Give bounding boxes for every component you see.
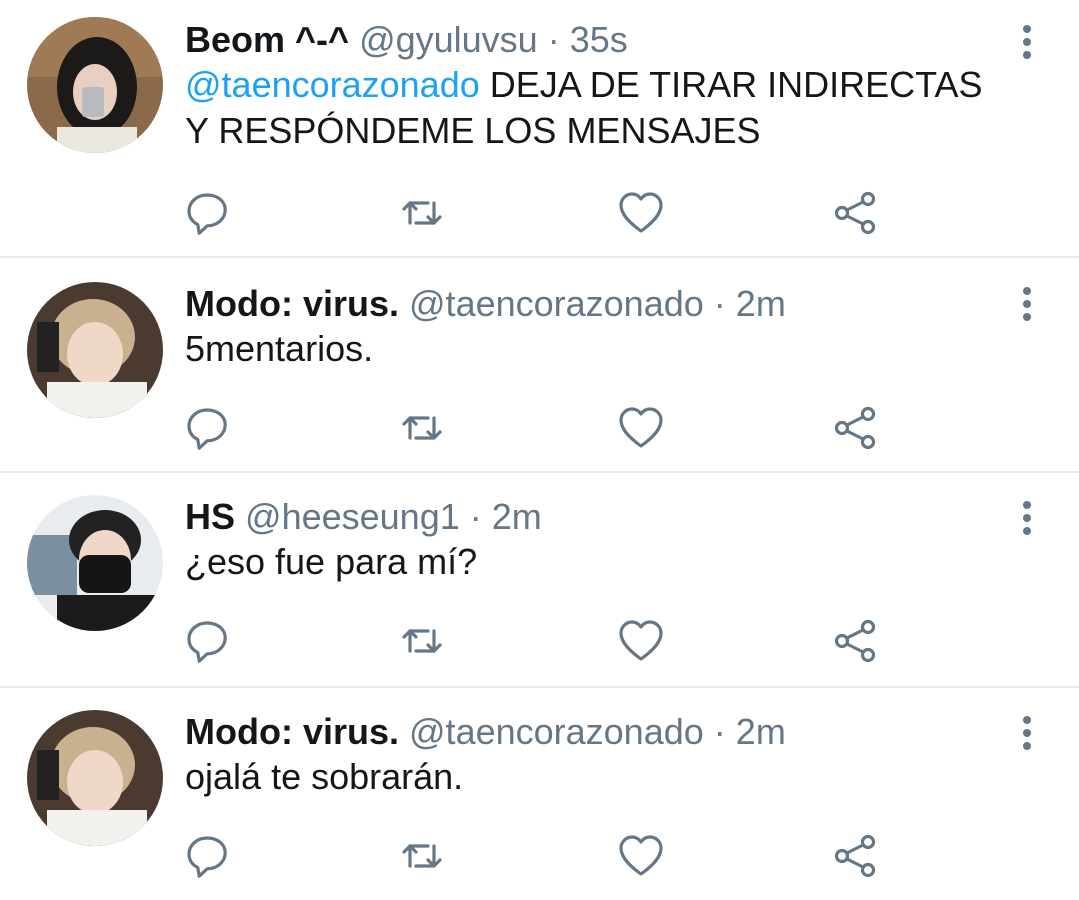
separator: ·	[547, 19, 560, 60]
retweet-icon[interactable]	[398, 617, 446, 665]
avatar-modo-virus[interactable]	[27, 282, 163, 418]
display-name[interactable]: Beom ^-^	[185, 19, 349, 60]
retweet-icon[interactable]	[398, 189, 446, 237]
tweet-header: HS @heeseung1 · 2m	[185, 495, 999, 539]
reply-icon[interactable]	[183, 404, 231, 452]
user-handle[interactable]: @heeseung1	[245, 496, 460, 537]
tweet-text: @taencorazonado DEJA DE TIRAR INDIRECTAS…	[185, 62, 999, 154]
display-name[interactable]: Modo: virus.	[185, 283, 399, 324]
avatar-beom[interactable]	[27, 17, 163, 153]
tweet-header: Modo: virus. @taencorazonado · 2m	[185, 282, 999, 326]
avatar-image	[27, 710, 163, 846]
retweet-icon[interactable]	[398, 832, 446, 880]
tweet-header: Modo: virus. @taencorazonado · 2m	[185, 710, 999, 754]
heart-icon[interactable]	[617, 617, 665, 665]
mention-link[interactable]: @taencorazonado	[185, 64, 480, 105]
share-icon[interactable]	[832, 189, 880, 237]
timestamp[interactable]: 2m	[736, 283, 786, 324]
tweet-actions	[183, 189, 883, 237]
avatar-image	[27, 282, 163, 418]
more-vertical-icon[interactable]	[1019, 500, 1035, 536]
tweet-text: ¿eso fue para mí?	[185, 539, 999, 585]
separator: ·	[713, 283, 726, 324]
more-vertical-icon[interactable]	[1019, 286, 1035, 322]
tweet-text: 5mentarios.	[185, 326, 999, 372]
tweet-actions	[183, 404, 883, 452]
share-icon[interactable]	[832, 832, 880, 880]
more-vertical-icon[interactable]	[1019, 24, 1035, 60]
tweet-body: ojalá te sobrarán.	[185, 756, 464, 797]
avatar-image	[27, 17, 163, 153]
user-handle[interactable]: @gyuluvsu	[359, 19, 538, 60]
display-name[interactable]: Modo: virus.	[185, 711, 399, 752]
separator: ·	[469, 496, 482, 537]
user-handle[interactable]: @taencorazonado	[409, 711, 704, 752]
reply-icon[interactable]	[183, 617, 231, 665]
tweet-actions	[183, 617, 883, 665]
avatar-hs[interactable]	[27, 495, 163, 631]
heart-icon[interactable]	[617, 189, 665, 237]
share-icon[interactable]	[832, 617, 880, 665]
more-vertical-icon[interactable]	[1019, 715, 1035, 751]
share-icon[interactable]	[832, 404, 880, 452]
avatar-image	[27, 495, 163, 631]
tweet-body: 5mentarios.	[185, 328, 374, 369]
heart-icon[interactable]	[617, 404, 665, 452]
tweet-2[interactable]: Modo: virus. @taencorazonado · 2m 5menta…	[0, 258, 1079, 473]
tweet-body: ¿eso fue para mí?	[185, 541, 478, 582]
timestamp[interactable]: 2m	[492, 496, 542, 537]
separator: ·	[713, 711, 726, 752]
tweet-3[interactable]: HS @heeseung1 · 2m ¿eso fue para mí?	[0, 473, 1079, 688]
retweet-icon[interactable]	[398, 404, 446, 452]
timestamp[interactable]: 2m	[736, 711, 786, 752]
user-handle[interactable]: @taencorazonado	[409, 283, 704, 324]
timestamp[interactable]: 35s	[570, 19, 628, 60]
reply-icon[interactable]	[183, 189, 231, 237]
avatar-modo-virus[interactable]	[27, 710, 163, 846]
heart-icon[interactable]	[617, 832, 665, 880]
tweet-actions	[183, 832, 883, 880]
tweet-4[interactable]: Modo: virus. @taencorazonado · 2m ojalá …	[0, 688, 1079, 898]
tweet-header: Beom ^-^ @gyuluvsu · 35s	[185, 18, 999, 62]
display-name[interactable]: HS	[185, 496, 235, 537]
tweet-text: ojalá te sobrarán.	[185, 754, 999, 800]
tweet-1[interactable]: Beom ^-^ @gyuluvsu · 35s @taencorazonado…	[0, 0, 1079, 258]
reply-icon[interactable]	[183, 832, 231, 880]
